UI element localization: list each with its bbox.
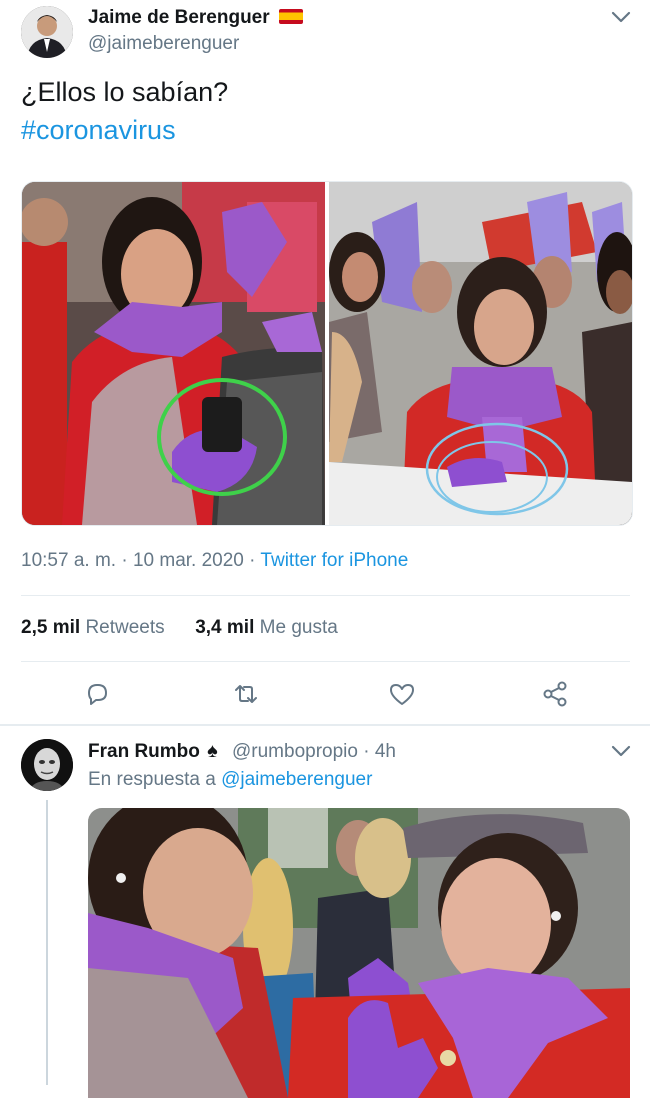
tweet-separator xyxy=(0,724,650,726)
chevron-down-icon[interactable] xyxy=(610,744,632,758)
meta-dot: · xyxy=(363,741,370,762)
reply-photo xyxy=(88,808,630,1098)
divider xyxy=(21,595,630,596)
chevron-down-icon[interactable] xyxy=(610,10,632,24)
left-photo xyxy=(22,182,325,525)
tweet-timestamp: 10:57 a. m. · 10 mar. 2020 · Twitter for… xyxy=(21,550,408,572)
spade-icon: ♠ xyxy=(207,740,218,762)
likes-count: 3,4 mil xyxy=(195,617,255,638)
spain-flag-icon xyxy=(278,9,303,24)
reply-author-name[interactable]: Fran Rumbo ♠ xyxy=(88,740,218,763)
divider xyxy=(21,661,630,662)
tweet-source-link[interactable]: Twitter for iPhone xyxy=(260,550,408,571)
tweet-actions xyxy=(0,678,650,710)
tweet-text: ¿Ellos lo sabían? #coronavirus xyxy=(21,73,228,149)
tweet-time[interactable]: 10:57 a. m. xyxy=(21,550,116,571)
like-icon[interactable] xyxy=(388,680,416,708)
retweets-stat[interactable]: 2,5 mil Retweets xyxy=(21,617,170,638)
retweets-label: Retweets xyxy=(85,617,165,638)
hashtag-link[interactable]: #coronavirus xyxy=(21,111,228,149)
tweet-text-line: ¿Ellos lo sabían? xyxy=(21,77,229,107)
meta-dot: · xyxy=(249,550,256,571)
reply-author-avatar[interactable] xyxy=(21,739,73,791)
likes-stat[interactable]: 3,4 mil Me gusta xyxy=(195,617,338,638)
reply-handle[interactable]: @rumbopropio xyxy=(232,741,358,762)
author-avatar[interactable] xyxy=(21,6,73,58)
likes-label: Me gusta xyxy=(259,617,338,638)
tweet-photo-collage xyxy=(22,182,632,525)
in-reply-to: En respuesta a @jaimeberenguer xyxy=(88,769,372,791)
author-handle[interactable]: @jaimeberenguer xyxy=(88,33,239,55)
meta-dot: · xyxy=(121,550,128,571)
tweet-stats: 2,5 mil Retweets 3,4 mil Me gusta xyxy=(21,617,338,639)
reply-age[interactable]: 4h xyxy=(375,741,396,762)
reply-media[interactable] xyxy=(88,808,630,1098)
reply-meta: @rumbopropio · 4h xyxy=(232,741,396,763)
right-photo xyxy=(329,182,632,525)
tweet-media[interactable] xyxy=(21,181,633,526)
retweets-count: 2,5 mil xyxy=(21,617,81,638)
tweet-date[interactable]: 10 mar. 2020 xyxy=(133,550,244,571)
in-reply-prefix: En respuesta a xyxy=(88,769,216,790)
share-icon[interactable] xyxy=(541,680,569,708)
reply-icon[interactable] xyxy=(83,680,111,708)
retweet-icon[interactable] xyxy=(232,680,260,708)
author-name[interactable]: Jaime de Berenguer xyxy=(88,7,303,29)
thread-line xyxy=(46,800,48,1085)
in-reply-handle-link[interactable]: @jaimeberenguer xyxy=(221,769,372,790)
